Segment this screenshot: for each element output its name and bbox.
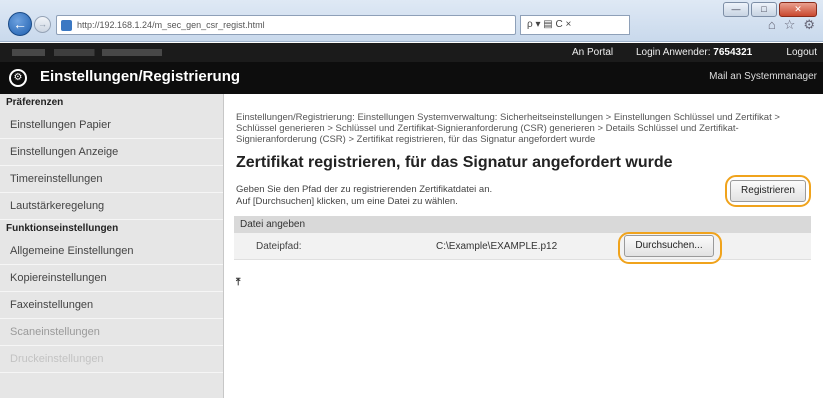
login-user: 7654321 (713, 47, 753, 58)
window-controls: — □ ✕ (723, 2, 817, 17)
login-label: Login Anwender: (636, 47, 711, 58)
file-path-row: Dateipfad: C:\Example\EXAMPLE.p12 Durchs… (234, 233, 811, 260)
sidebar-section-preferences: Präferenzen (6, 97, 64, 108)
sidebar-item-fax[interactable]: Faxeinstellungen (0, 292, 223, 319)
file-path-label: Dateipfad: (256, 241, 302, 252)
blurred-device-name (12, 49, 162, 56)
sidebar-item-print[interactable]: Druckeinstellungen (0, 346, 223, 373)
main-content: Einstellungen/Registrierung: Einstellung… (224, 94, 823, 398)
sidebar-item-general[interactable]: Allgemeine Einstellungen (0, 238, 223, 265)
top-bar: An Portal Login Anwender: 7654321 Logout (0, 43, 823, 62)
file-path-value: C:\Example\EXAMPLE.p12 (436, 241, 558, 252)
file-section: Datei angeben Dateipfad: C:\Example\EXAM… (234, 216, 811, 261)
address-bar[interactable]: http://192.168.1.24/m_sec_gen_csr_regist… (56, 15, 516, 35)
sidebar-item-copy[interactable]: Kopiereinstellungen (0, 265, 223, 292)
instruction-line-2: Auf [Durchsuchen] klicken, um eine Datei… (236, 196, 458, 207)
minimize-icon[interactable]: — (723, 2, 749, 17)
sidebar: Präferenzen Einstellungen Papier Einstel… (0, 94, 224, 398)
maximize-icon[interactable]: □ (751, 2, 777, 17)
gear-icon: ⚙ (9, 69, 27, 87)
logout-link[interactable]: Logout (786, 43, 817, 62)
browser-toolbar: — □ ✕ ← → http://192.168.1.24/m_sec_gen_… (0, 0, 823, 42)
app-title: Einstellungen/Registrierung (40, 68, 241, 85)
sidebar-item-volume[interactable]: Lautstärkeregelung (0, 193, 223, 220)
home-icon[interactable]: ⌂ (768, 17, 776, 33)
login-info: Login Anwender: 7654321 (636, 43, 752, 62)
favorites-icon[interactable]: ☆ (784, 17, 796, 33)
mail-admin-link[interactable]: Mail an Systemmanager (709, 71, 817, 82)
sidebar-item-display[interactable]: Einstellungen Anzeige (0, 139, 223, 166)
browser-right-tools: ⌂ ☆ ⚙ (768, 17, 815, 33)
app-title-bar: ⚙ Einstellungen/Registrierung Mail an Sy… (0, 62, 823, 94)
settings-icon[interactable]: ⚙ (803, 17, 815, 33)
breadcrumb: Einstellungen/Registrierung: Einstellung… (236, 112, 780, 145)
sidebar-section-functions: Funktionseinstellungen (6, 223, 119, 234)
browse-button[interactable]: Durchsuchen... (624, 235, 714, 257)
address-tools[interactable]: ρ ▾ ▤ C × (520, 15, 630, 35)
portal-link[interactable]: An Portal (572, 43, 613, 62)
instructions: Geben Sie den Pfad der zu registrierende… (236, 184, 696, 208)
instruction-line-1: Geben Sie den Pfad der zu registrierende… (236, 184, 493, 195)
sidebar-item-paper[interactable]: Einstellungen Papier (0, 112, 223, 139)
page-icon (61, 20, 72, 31)
register-button[interactable]: Registrieren (730, 180, 806, 202)
close-icon[interactable]: ✕ (779, 2, 817, 17)
section-title: Datei angeben (234, 216, 811, 233)
sidebar-item-timer[interactable]: Timereinstellungen (0, 166, 223, 193)
forward-arrow-icon[interactable]: → (34, 16, 51, 33)
sidebar-item-scan[interactable]: Scaneinstellungen (0, 319, 223, 346)
scroll-top-icon[interactable]: ⤒ (236, 277, 240, 288)
page-title: Zertifikat registrieren, für das Signatu… (236, 154, 673, 171)
back-arrow-icon[interactable]: ← (8, 12, 32, 36)
address-text: http://192.168.1.24/m_sec_gen_csr_regist… (77, 20, 265, 30)
